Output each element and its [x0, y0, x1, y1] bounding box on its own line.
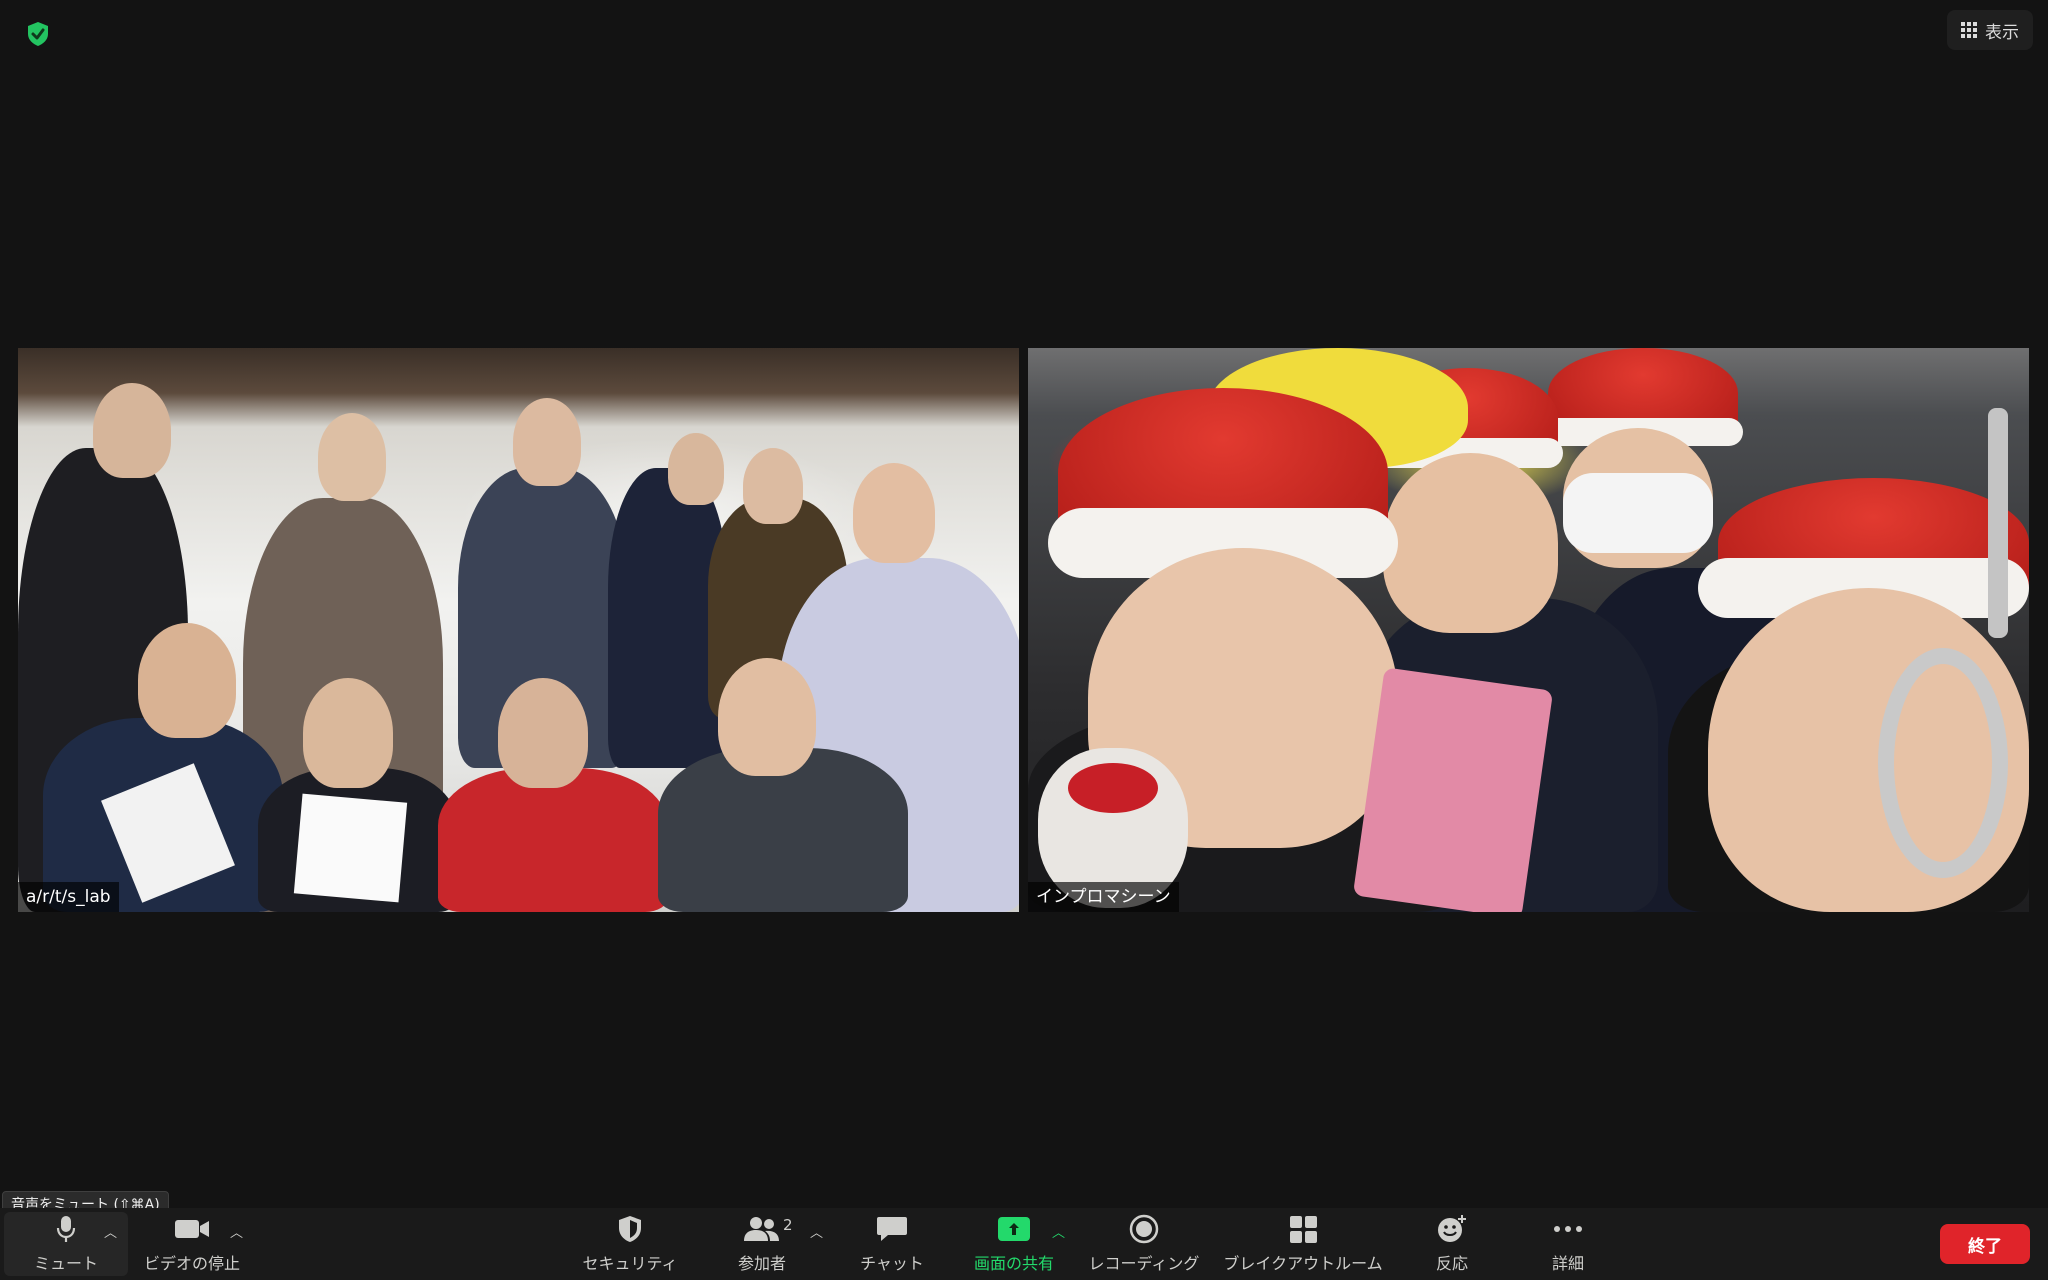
chat-bubble-icon: [876, 1214, 908, 1244]
share-screen-icon: [998, 1214, 1030, 1244]
more-dots-icon: [1554, 1214, 1582, 1244]
security-button[interactable]: セキュリティ: [580, 1208, 680, 1280]
participant-video-feed: [18, 348, 1019, 912]
record-icon: [1129, 1214, 1159, 1244]
chat-label: チャット: [860, 1254, 924, 1273]
participants-count: 2: [783, 1216, 793, 1234]
breakout-rooms-label: ブレイクアウトルーム: [1223, 1254, 1383, 1273]
video-tile-arts-lab[interactable]: a/r/t/s_lab: [18, 348, 1019, 912]
stop-video-button[interactable]: ビデオの停止: [142, 1208, 242, 1280]
more-button[interactable]: 詳細: [1518, 1208, 1618, 1280]
more-label: 詳細: [1551, 1254, 1584, 1273]
recording-label: レコーディング: [1088, 1254, 1200, 1273]
security-shield-icon: [616, 1214, 644, 1244]
participant-name-label: a/r/t/s_lab: [18, 882, 119, 912]
view-button[interactable]: 表示: [1947, 10, 2033, 50]
mute-label: ミュート: [33, 1254, 98, 1273]
participants-options-chevron-icon[interactable]: ︿: [810, 1222, 823, 1241]
grid-view-icon: [1961, 22, 1977, 38]
participants-icon: 2: [743, 1214, 793, 1244]
view-button-label: 表示: [1985, 22, 2019, 43]
participant-video-feed: [1028, 348, 2029, 912]
microphone-icon: [55, 1214, 77, 1244]
participants-button[interactable]: 2 参加者: [712, 1208, 812, 1280]
share-screen-button[interactable]: 画面の共有: [964, 1208, 1064, 1280]
reactions-label: 反応: [1435, 1254, 1468, 1273]
zoom-meeting-window: 表示 a/r/t/s_lab インプロマシーン 音声をミュート (⇧⌘A) ミュ…: [0, 0, 2048, 1280]
participants-label: 参加者: [737, 1254, 786, 1273]
reactions-button[interactable]: 反応: [1402, 1208, 1502, 1280]
video-tile-impromachine[interactable]: インプロマシーン: [1028, 348, 2029, 912]
meeting-controls-toolbar: ミュート ︿ ビデオの停止 ︿ セキュリティ 2 参加者 ︿ チャット 画面の共…: [0, 1208, 2048, 1280]
breakout-rooms-button[interactable]: ブレイクアウトルーム: [1222, 1208, 1384, 1280]
video-options-chevron-icon[interactable]: ︿: [230, 1222, 243, 1241]
participant-name-label: インプロマシーン: [1028, 882, 1179, 912]
breakout-rooms-icon: [1289, 1214, 1317, 1244]
video-camera-icon: [174, 1214, 210, 1244]
share-options-chevron-icon[interactable]: ︿: [1052, 1222, 1065, 1241]
chat-button[interactable]: チャット: [842, 1208, 942, 1280]
recording-button[interactable]: レコーディング: [1084, 1208, 1204, 1280]
audio-options-chevron-icon[interactable]: ︿: [104, 1222, 117, 1241]
smiley-icon: [1436, 1214, 1468, 1244]
security-label: セキュリティ: [582, 1254, 678, 1273]
share-screen-label: 画面の共有: [973, 1254, 1054, 1273]
stop-video-label: ビデオの停止: [143, 1254, 240, 1273]
end-meeting-button[interactable]: 終了: [1940, 1224, 2030, 1264]
encryption-shield-icon[interactable]: [20, 16, 56, 52]
